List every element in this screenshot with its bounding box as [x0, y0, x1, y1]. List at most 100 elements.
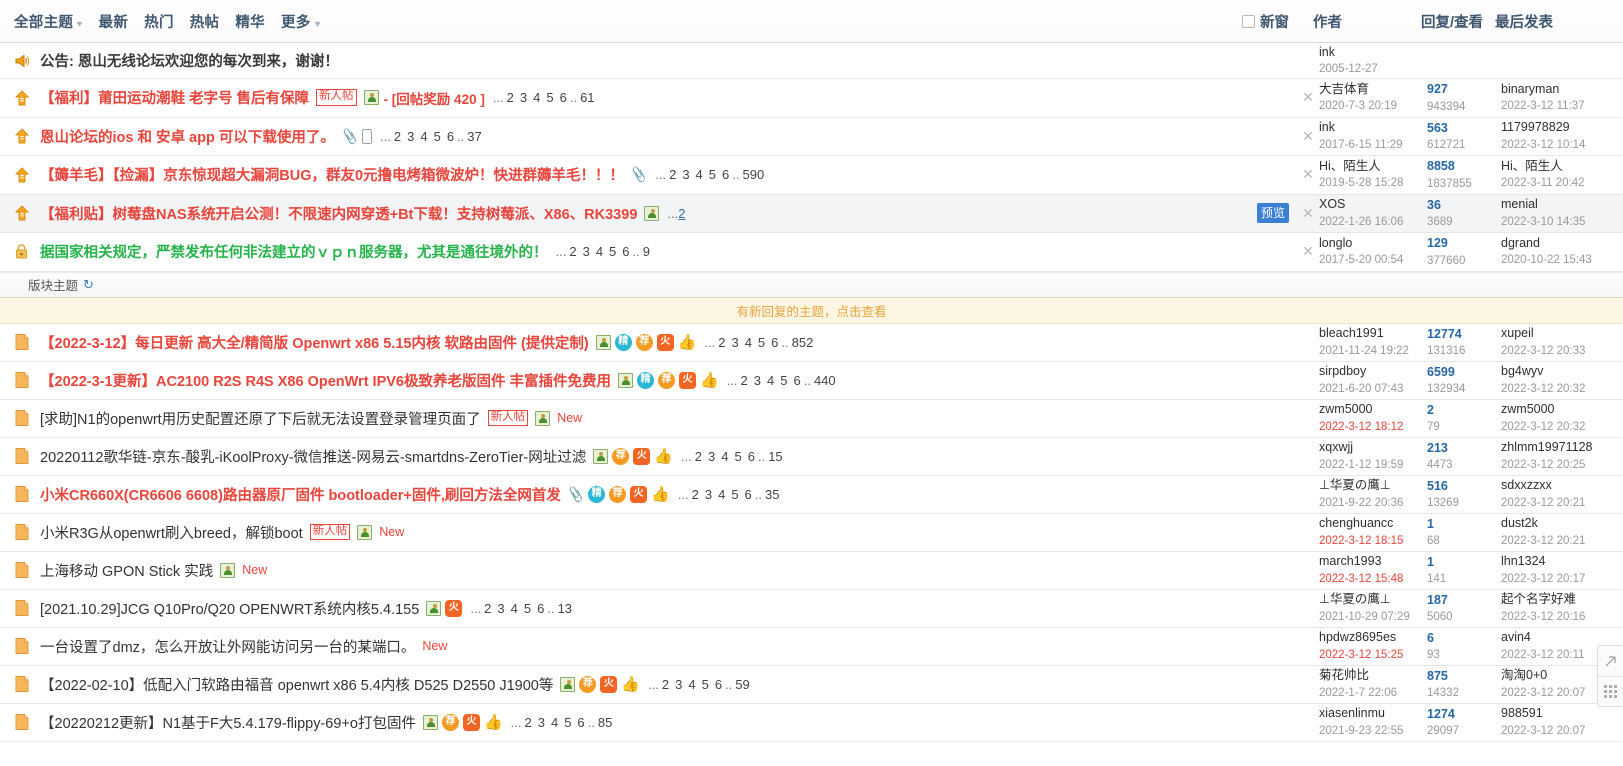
page-link[interactable]: 6	[537, 601, 544, 616]
author-name[interactable]: ⊥华夏の鹰⊥	[1319, 592, 1427, 608]
page-link[interactable]: 852	[792, 335, 814, 350]
page-link[interactable]: 590	[742, 167, 764, 182]
page-link[interactable]: 5	[434, 129, 441, 144]
thread-title[interactable]: 【20220212更新】N1基于F大5.4.179-flippy-69+o打包固…	[40, 712, 416, 733]
page-link[interactable]: 5	[780, 373, 787, 388]
author-name[interactable]: sirpdboy	[1319, 364, 1427, 380]
thread-title[interactable]: 【2022-3-1更新】AC2100 R2S R4S X86 OpenWrt I…	[40, 370, 611, 391]
last-poster-name[interactable]: binaryman	[1501, 82, 1613, 98]
page-link[interactable]: 4	[696, 167, 703, 182]
reply-count[interactable]: 8858	[1427, 159, 1455, 173]
page-link[interactable]: 6	[771, 335, 778, 350]
thread-title[interactable]: 20220112歌华链-京东-酸乳-iKoolProxy-微信推送-网易云-sm…	[40, 446, 586, 467]
author-name[interactable]: Hi、陌生人	[1319, 159, 1427, 175]
announcement-title[interactable]: 公告: 恩山无线论坛欢迎您的每次到来，谢谢！	[40, 50, 1297, 71]
page-link[interactable]: 15	[768, 449, 782, 464]
page-link[interactable]: 440	[814, 373, 836, 388]
table-row[interactable]: 小米CR660X(CR6606 6608)路由器原厂固件 bootloader+…	[0, 476, 1623, 514]
page-link[interactable]: 4	[767, 373, 774, 388]
last-poster-name[interactable]: bg4wyv	[1501, 364, 1613, 380]
last-post-date[interactable]: 2022-3-12 20:07	[1501, 725, 1585, 737]
table-row[interactable]: 【2022-3-1更新】AC2100 R2S R4S X86 OpenWrt I…	[0, 362, 1623, 400]
checkbox-box[interactable]	[1242, 15, 1255, 28]
page-link[interactable]: 3	[682, 167, 689, 182]
table-row[interactable]: 【20220212更新】N1基于F大5.4.179-flippy-69+o打包固…	[0, 704, 1623, 742]
page-link[interactable]: 2	[507, 90, 514, 105]
back-to-top-icon[interactable]	[1598, 646, 1623, 676]
table-row[interactable]: 恩山论坛的ios 和 安卓 app 可以下载使用了。📎...23456..37✕…	[0, 118, 1623, 157]
preview-button[interactable]: 预览	[1257, 203, 1289, 223]
last-post-date[interactable]: 2020-10-22 15:43	[1501, 254, 1592, 266]
table-row[interactable]: [求助]N1的openwrt用历史配置还原了下后就无法设置登录管理页面了新人帖N…	[0, 400, 1623, 438]
author-name[interactable]: 大吉体育	[1319, 82, 1427, 98]
author-name[interactable]: zwm5000	[1319, 402, 1427, 418]
page-link[interactable]: 59	[735, 677, 749, 692]
thread-title[interactable]: 恩山论坛的ios 和 安卓 app 可以下载使用了。	[40, 126, 335, 147]
last-post-date[interactable]: 2022-3-12 20:11	[1501, 649, 1585, 661]
close-icon[interactable]: ✕	[1297, 128, 1319, 145]
last-post-date[interactable]: 2022-3-12 20:32	[1501, 383, 1585, 395]
refresh-icon[interactable]: ↻	[83, 277, 94, 293]
last-post-date[interactable]: 2022-3-12 20:16	[1501, 611, 1585, 623]
page-link[interactable]: 2	[718, 335, 725, 350]
last-post-date[interactable]: 2022-3-10 14:35	[1501, 216, 1585, 228]
page-link[interactable]: 2	[741, 373, 748, 388]
last-poster-name[interactable]: dust2k	[1501, 516, 1613, 532]
last-poster-name[interactable]: 起个名字好难	[1501, 592, 1613, 608]
page-link[interactable]: 6	[560, 90, 567, 105]
page-link[interactable]: 9	[643, 244, 650, 259]
page-link[interactable]: 6	[748, 449, 755, 464]
last-post-date[interactable]: 2022-3-12 20:33	[1501, 345, 1585, 357]
table-row[interactable]: 一台设置了dmz，怎么开放让外网能访问另一台的某端口。Newhpdwz8695e…	[0, 628, 1623, 666]
nav-item-all-threads[interactable]: 全部主题▾	[14, 11, 83, 32]
thread-title[interactable]: 小米R3G从openwrt刷入breed，解锁boot	[40, 522, 303, 543]
page-link[interactable]: 6	[793, 373, 800, 388]
last-poster-name[interactable]: Hi、陌生人	[1501, 159, 1613, 175]
last-post-date[interactable]: 2022-3-12 20:25	[1501, 459, 1585, 471]
table-row[interactable]: 20220112歌华链-京东-酸乳-iKoolProxy-微信推送-网易云-sm…	[0, 438, 1623, 476]
reply-count[interactable]: 516	[1427, 479, 1448, 493]
page-link[interactable]: 6	[577, 715, 584, 730]
reply-count[interactable]: 875	[1427, 669, 1448, 683]
page-link[interactable]: 3	[538, 715, 545, 730]
author-name[interactable]: ink	[1319, 120, 1427, 136]
last-post-date[interactable]: 2022-3-12 20:07	[1501, 687, 1585, 699]
reply-count[interactable]: 213	[1427, 441, 1448, 455]
last-poster-name[interactable]: lhn1324	[1501, 554, 1613, 570]
page-link[interactable]: 61	[580, 90, 594, 105]
nav-item-digest[interactable]: 精华	[235, 11, 265, 32]
author-name[interactable]: xiasenlinmu	[1319, 706, 1427, 722]
page-link[interactable]: 2	[524, 715, 531, 730]
page-link[interactable]: 5	[524, 601, 531, 616]
page-link[interactable]: 6	[447, 129, 454, 144]
table-row[interactable]: 【福利】莆田运动潮鞋 老字号 售后有保障新人帖- [回帖奖励 420 ]...2…	[0, 79, 1623, 118]
reply-count[interactable]: 129	[1427, 236, 1448, 250]
page-link[interactable]: 2	[695, 449, 702, 464]
page-link[interactable]: 3	[583, 244, 590, 259]
thread-title[interactable]: 【福利】莆田运动潮鞋 老字号 售后有保障	[40, 87, 309, 108]
last-post-date[interactable]: 2022-3-12 11:37	[1501, 100, 1585, 112]
last-post-date[interactable]: 2022-3-12 20:32	[1501, 421, 1585, 433]
author-name[interactable]: ink	[1319, 45, 1427, 61]
page-link[interactable]: 6	[715, 677, 722, 692]
last-poster-name[interactable]: sdxxzzxx	[1501, 478, 1613, 494]
page-link[interactable]: 2	[394, 129, 401, 144]
last-post-date[interactable]: 2022-3-12 20:21	[1501, 535, 1585, 547]
last-poster-name[interactable]: xupeil	[1501, 326, 1613, 342]
page-link[interactable]: 2	[678, 206, 685, 221]
new-reply-notice-bar[interactable]: 有新回复的主题，点击查看	[0, 298, 1623, 324]
page-link[interactable]: 4	[420, 129, 427, 144]
grid-menu-icon[interactable]	[1598, 676, 1623, 706]
thread-title[interactable]: 【2022-02-10】低配入门软路由福音 openwrt x86 5.4内核 …	[40, 674, 553, 695]
close-icon[interactable]: ✕	[1297, 166, 1319, 183]
page-link[interactable]: 4	[688, 677, 695, 692]
page-link[interactable]: 5	[564, 715, 571, 730]
author-name[interactable]: bleach1991	[1319, 326, 1427, 342]
author-name[interactable]: hpdwz8695es	[1319, 630, 1427, 646]
table-row[interactable]: 据国家相关规定，严禁发布任何非法建立的ｖｐｎ服务器，尤其是通往境外的！...23…	[0, 233, 1623, 272]
last-poster-name[interactable]: 1179978829	[1501, 120, 1613, 136]
reply-count[interactable]: 1	[1427, 517, 1434, 531]
reply-count[interactable]: 927	[1427, 82, 1448, 96]
last-post-date[interactable]: 2022-3-12 20:17	[1501, 573, 1585, 585]
page-link[interactable]: 4	[718, 487, 725, 502]
